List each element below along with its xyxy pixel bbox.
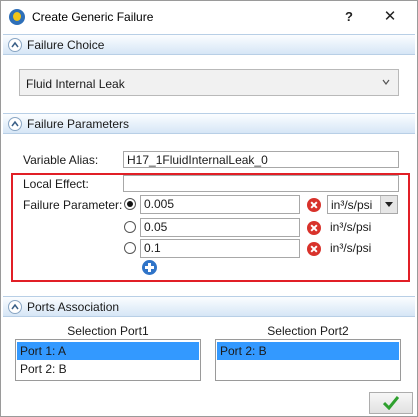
port2-list[interactable]: Port 2: B bbox=[215, 339, 401, 381]
list-item[interactable]: Port 2: B bbox=[17, 360, 199, 378]
local-effect-label: Local Effect: bbox=[23, 177, 89, 191]
ports-association-header[interactable]: Ports Association bbox=[3, 296, 415, 317]
variable-alias-label: Variable Alias: bbox=[23, 153, 99, 167]
help-button[interactable]: ? bbox=[339, 7, 359, 27]
unit-label-2: in³/s/psi bbox=[330, 220, 372, 234]
close-button[interactable]: ✕ bbox=[379, 7, 401, 27]
parameter-radio-1[interactable] bbox=[124, 198, 136, 210]
delete-icon[interactable] bbox=[307, 221, 321, 235]
port1-list[interactable]: Port 1: A Port 2: B bbox=[15, 339, 201, 381]
collapse-chevron-up-icon[interactable] bbox=[8, 38, 22, 52]
failure-choice-value: Fluid Internal Leak bbox=[26, 77, 125, 91]
unit-dropdown[interactable]: in³/s/psi bbox=[327, 195, 398, 214]
parameter-value-input-1[interactable]: 0.005 bbox=[140, 195, 300, 214]
delete-icon[interactable] bbox=[307, 198, 321, 212]
section-title: Failure Parameters bbox=[27, 117, 130, 131]
local-effect-input[interactable] bbox=[123, 175, 399, 192]
title-bar: Create Generic Failure ? ✕ bbox=[1, 1, 417, 33]
parameter-value-input-3[interactable]: 0.1 bbox=[140, 239, 300, 258]
variable-alias-input[interactable]: H17_1FluidInternalLeak_0 bbox=[123, 151, 399, 168]
window-title: Create Generic Failure bbox=[32, 10, 154, 24]
port2-header: Selection Port2 bbox=[267, 324, 349, 338]
app-logo-icon bbox=[9, 9, 25, 25]
unit-label-3: in³/s/psi bbox=[330, 241, 372, 255]
failure-parameter-label: Failure Parameter: bbox=[23, 198, 123, 212]
ok-button[interactable] bbox=[369, 392, 413, 414]
failure-parameters-header[interactable]: Failure Parameters bbox=[3, 113, 415, 134]
list-item[interactable]: Port 2: B bbox=[217, 342, 399, 360]
dialog-window: Create Generic Failure ? ✕ Failure Choic… bbox=[0, 0, 418, 417]
parameter-radio-3[interactable] bbox=[124, 242, 136, 254]
chevron-down-icon bbox=[382, 79, 390, 85]
parameter-value-input-2[interactable]: 0.05 bbox=[140, 218, 300, 237]
dropdown-arrow-icon[interactable] bbox=[380, 196, 397, 213]
failure-choice-header[interactable]: Failure Choice bbox=[3, 34, 415, 55]
list-item[interactable]: Port 1: A bbox=[17, 342, 199, 360]
collapse-chevron-up-icon[interactable] bbox=[8, 300, 22, 314]
delete-icon[interactable] bbox=[307, 242, 321, 256]
collapse-chevron-up-icon[interactable] bbox=[8, 117, 22, 131]
section-title: Failure Choice bbox=[27, 38, 105, 52]
add-parameter-icon[interactable] bbox=[142, 260, 157, 275]
checkmark-icon bbox=[383, 396, 399, 410]
parameter-radio-2[interactable] bbox=[124, 221, 136, 233]
unit-value: in³/s/psi bbox=[331, 198, 373, 212]
failure-choice-dropdown[interactable]: Fluid Internal Leak bbox=[19, 69, 399, 96]
section-title: Ports Association bbox=[27, 300, 120, 314]
port1-header: Selection Port1 bbox=[67, 324, 149, 338]
